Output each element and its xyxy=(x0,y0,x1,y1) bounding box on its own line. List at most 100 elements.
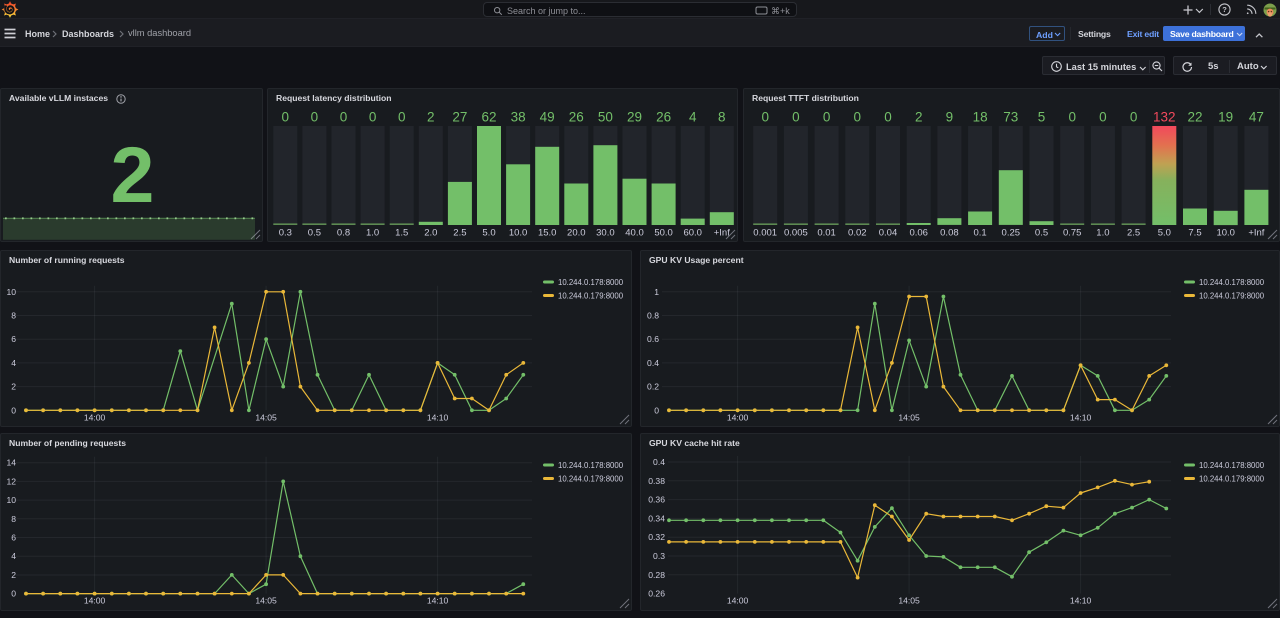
svg-text:26: 26 xyxy=(656,110,671,125)
svg-text:0: 0 xyxy=(761,110,769,125)
svg-text:0: 0 xyxy=(11,589,16,599)
svg-text:47: 47 xyxy=(1249,110,1264,125)
svg-text:15.0: 15.0 xyxy=(538,228,557,239)
svg-text:2: 2 xyxy=(11,570,16,580)
svg-text:8: 8 xyxy=(11,514,16,524)
svg-text:0.005: 0.005 xyxy=(784,228,808,239)
svg-text:2: 2 xyxy=(427,110,435,125)
svg-text:0.01: 0.01 xyxy=(817,228,836,239)
svg-text:10: 10 xyxy=(6,495,16,505)
svg-text:2.5: 2.5 xyxy=(453,228,466,239)
svg-text:14:00: 14:00 xyxy=(84,596,106,606)
svg-text:0: 0 xyxy=(1099,110,1107,125)
svg-text:0.32: 0.32 xyxy=(648,532,665,542)
svg-text:14:05: 14:05 xyxy=(255,596,277,606)
svg-text:14:10: 14:10 xyxy=(427,412,449,422)
svg-text:12: 12 xyxy=(6,476,16,486)
svg-text:4: 4 xyxy=(689,110,697,125)
svg-text:2: 2 xyxy=(11,382,16,392)
svg-text:10.244.0.178:8000: 10.244.0.178:8000 xyxy=(1199,461,1265,470)
svg-text:0.5: 0.5 xyxy=(308,228,321,239)
svg-text:0.34: 0.34 xyxy=(648,513,665,523)
svg-text:60.0: 60.0 xyxy=(683,228,702,239)
svg-text:2.0: 2.0 xyxy=(424,228,437,239)
svg-text:5: 5 xyxy=(1038,110,1046,125)
svg-text:0.04: 0.04 xyxy=(879,228,898,239)
svg-text:0.4: 0.4 xyxy=(653,457,665,467)
svg-text:10.244.0.178:8000: 10.244.0.178:8000 xyxy=(558,278,624,287)
svg-text:0.4: 0.4 xyxy=(647,358,659,368)
svg-text:0: 0 xyxy=(654,405,659,415)
svg-text:0.6: 0.6 xyxy=(647,334,659,344)
svg-text:10.0: 10.0 xyxy=(509,228,527,239)
svg-text:14:05: 14:05 xyxy=(898,412,920,422)
svg-text:7.5: 7.5 xyxy=(1188,228,1201,239)
svg-text:0: 0 xyxy=(884,110,892,125)
svg-text:50: 50 xyxy=(598,110,613,125)
svg-text:14:05: 14:05 xyxy=(898,596,920,606)
svg-text:0.3: 0.3 xyxy=(653,551,665,561)
svg-text:29: 29 xyxy=(627,110,642,125)
svg-text:50.0: 50.0 xyxy=(654,228,673,239)
svg-text:62: 62 xyxy=(481,110,496,125)
svg-text:5.0: 5.0 xyxy=(482,228,495,239)
svg-text:0: 0 xyxy=(340,110,348,125)
svg-text:14:00: 14:00 xyxy=(727,596,749,606)
svg-text:+Inf: +Inf xyxy=(1248,228,1264,239)
svg-text:6: 6 xyxy=(11,533,16,543)
svg-text:0.8: 0.8 xyxy=(647,311,659,321)
svg-text:40.0: 40.0 xyxy=(625,228,644,239)
svg-text:10.244.0.179:8000: 10.244.0.179:8000 xyxy=(1199,292,1265,301)
svg-text:2: 2 xyxy=(915,110,923,125)
svg-text:14:10: 14:10 xyxy=(427,596,449,606)
svg-text:1.5: 1.5 xyxy=(395,228,408,239)
svg-text:0: 0 xyxy=(11,405,16,415)
svg-text:1.0: 1.0 xyxy=(1096,228,1109,239)
svg-text:10.244.0.179:8000: 10.244.0.179:8000 xyxy=(558,292,624,301)
svg-text:0.25: 0.25 xyxy=(1002,228,1021,239)
svg-text:14:00: 14:00 xyxy=(727,412,749,422)
svg-text:10.0: 10.0 xyxy=(1216,228,1235,239)
svg-text:14: 14 xyxy=(6,458,16,468)
svg-text:20.0: 20.0 xyxy=(567,228,586,239)
svg-text:14:10: 14:10 xyxy=(1070,596,1092,606)
svg-text:0: 0 xyxy=(1130,110,1138,125)
svg-text:10: 10 xyxy=(6,287,16,297)
svg-text:0.06: 0.06 xyxy=(909,228,928,239)
svg-text:0.5: 0.5 xyxy=(1035,228,1048,239)
svg-text:0: 0 xyxy=(1068,110,1076,125)
svg-text:30.0: 30.0 xyxy=(596,228,615,239)
svg-text:0.3: 0.3 xyxy=(279,228,292,239)
svg-text:14:05: 14:05 xyxy=(255,412,277,422)
svg-text:0: 0 xyxy=(369,110,377,125)
svg-text:0.75: 0.75 xyxy=(1063,228,1082,239)
svg-text:2.5: 2.5 xyxy=(1127,228,1140,239)
svg-text:0.8: 0.8 xyxy=(337,228,350,239)
svg-text:4: 4 xyxy=(11,358,16,368)
svg-text:0.001: 0.001 xyxy=(753,228,777,239)
svg-text:0: 0 xyxy=(311,110,319,125)
svg-text:0.28: 0.28 xyxy=(648,570,665,580)
svg-text:49: 49 xyxy=(540,110,555,125)
svg-text:73: 73 xyxy=(1003,110,1018,125)
svg-text:8: 8 xyxy=(718,110,726,125)
svg-text:1.0: 1.0 xyxy=(366,228,379,239)
svg-text:22: 22 xyxy=(1187,110,1202,125)
svg-text:0: 0 xyxy=(282,110,290,125)
svg-text:5.0: 5.0 xyxy=(1158,228,1171,239)
svg-text:1: 1 xyxy=(654,287,659,297)
svg-text:0.02: 0.02 xyxy=(848,228,867,239)
svg-text:14:00: 14:00 xyxy=(84,412,106,422)
svg-text:0: 0 xyxy=(854,110,862,125)
svg-text:10.244.0.179:8000: 10.244.0.179:8000 xyxy=(558,475,624,484)
svg-text:0: 0 xyxy=(792,110,800,125)
svg-text:0.36: 0.36 xyxy=(648,495,665,505)
svg-text:9: 9 xyxy=(946,110,954,125)
svg-text:0.1: 0.1 xyxy=(973,228,986,239)
svg-text:4: 4 xyxy=(11,551,16,561)
svg-text:27: 27 xyxy=(452,110,467,125)
svg-text:132: 132 xyxy=(1153,110,1176,125)
svg-text:0: 0 xyxy=(398,110,406,125)
svg-text:18: 18 xyxy=(973,110,988,125)
svg-text:0: 0 xyxy=(823,110,831,125)
